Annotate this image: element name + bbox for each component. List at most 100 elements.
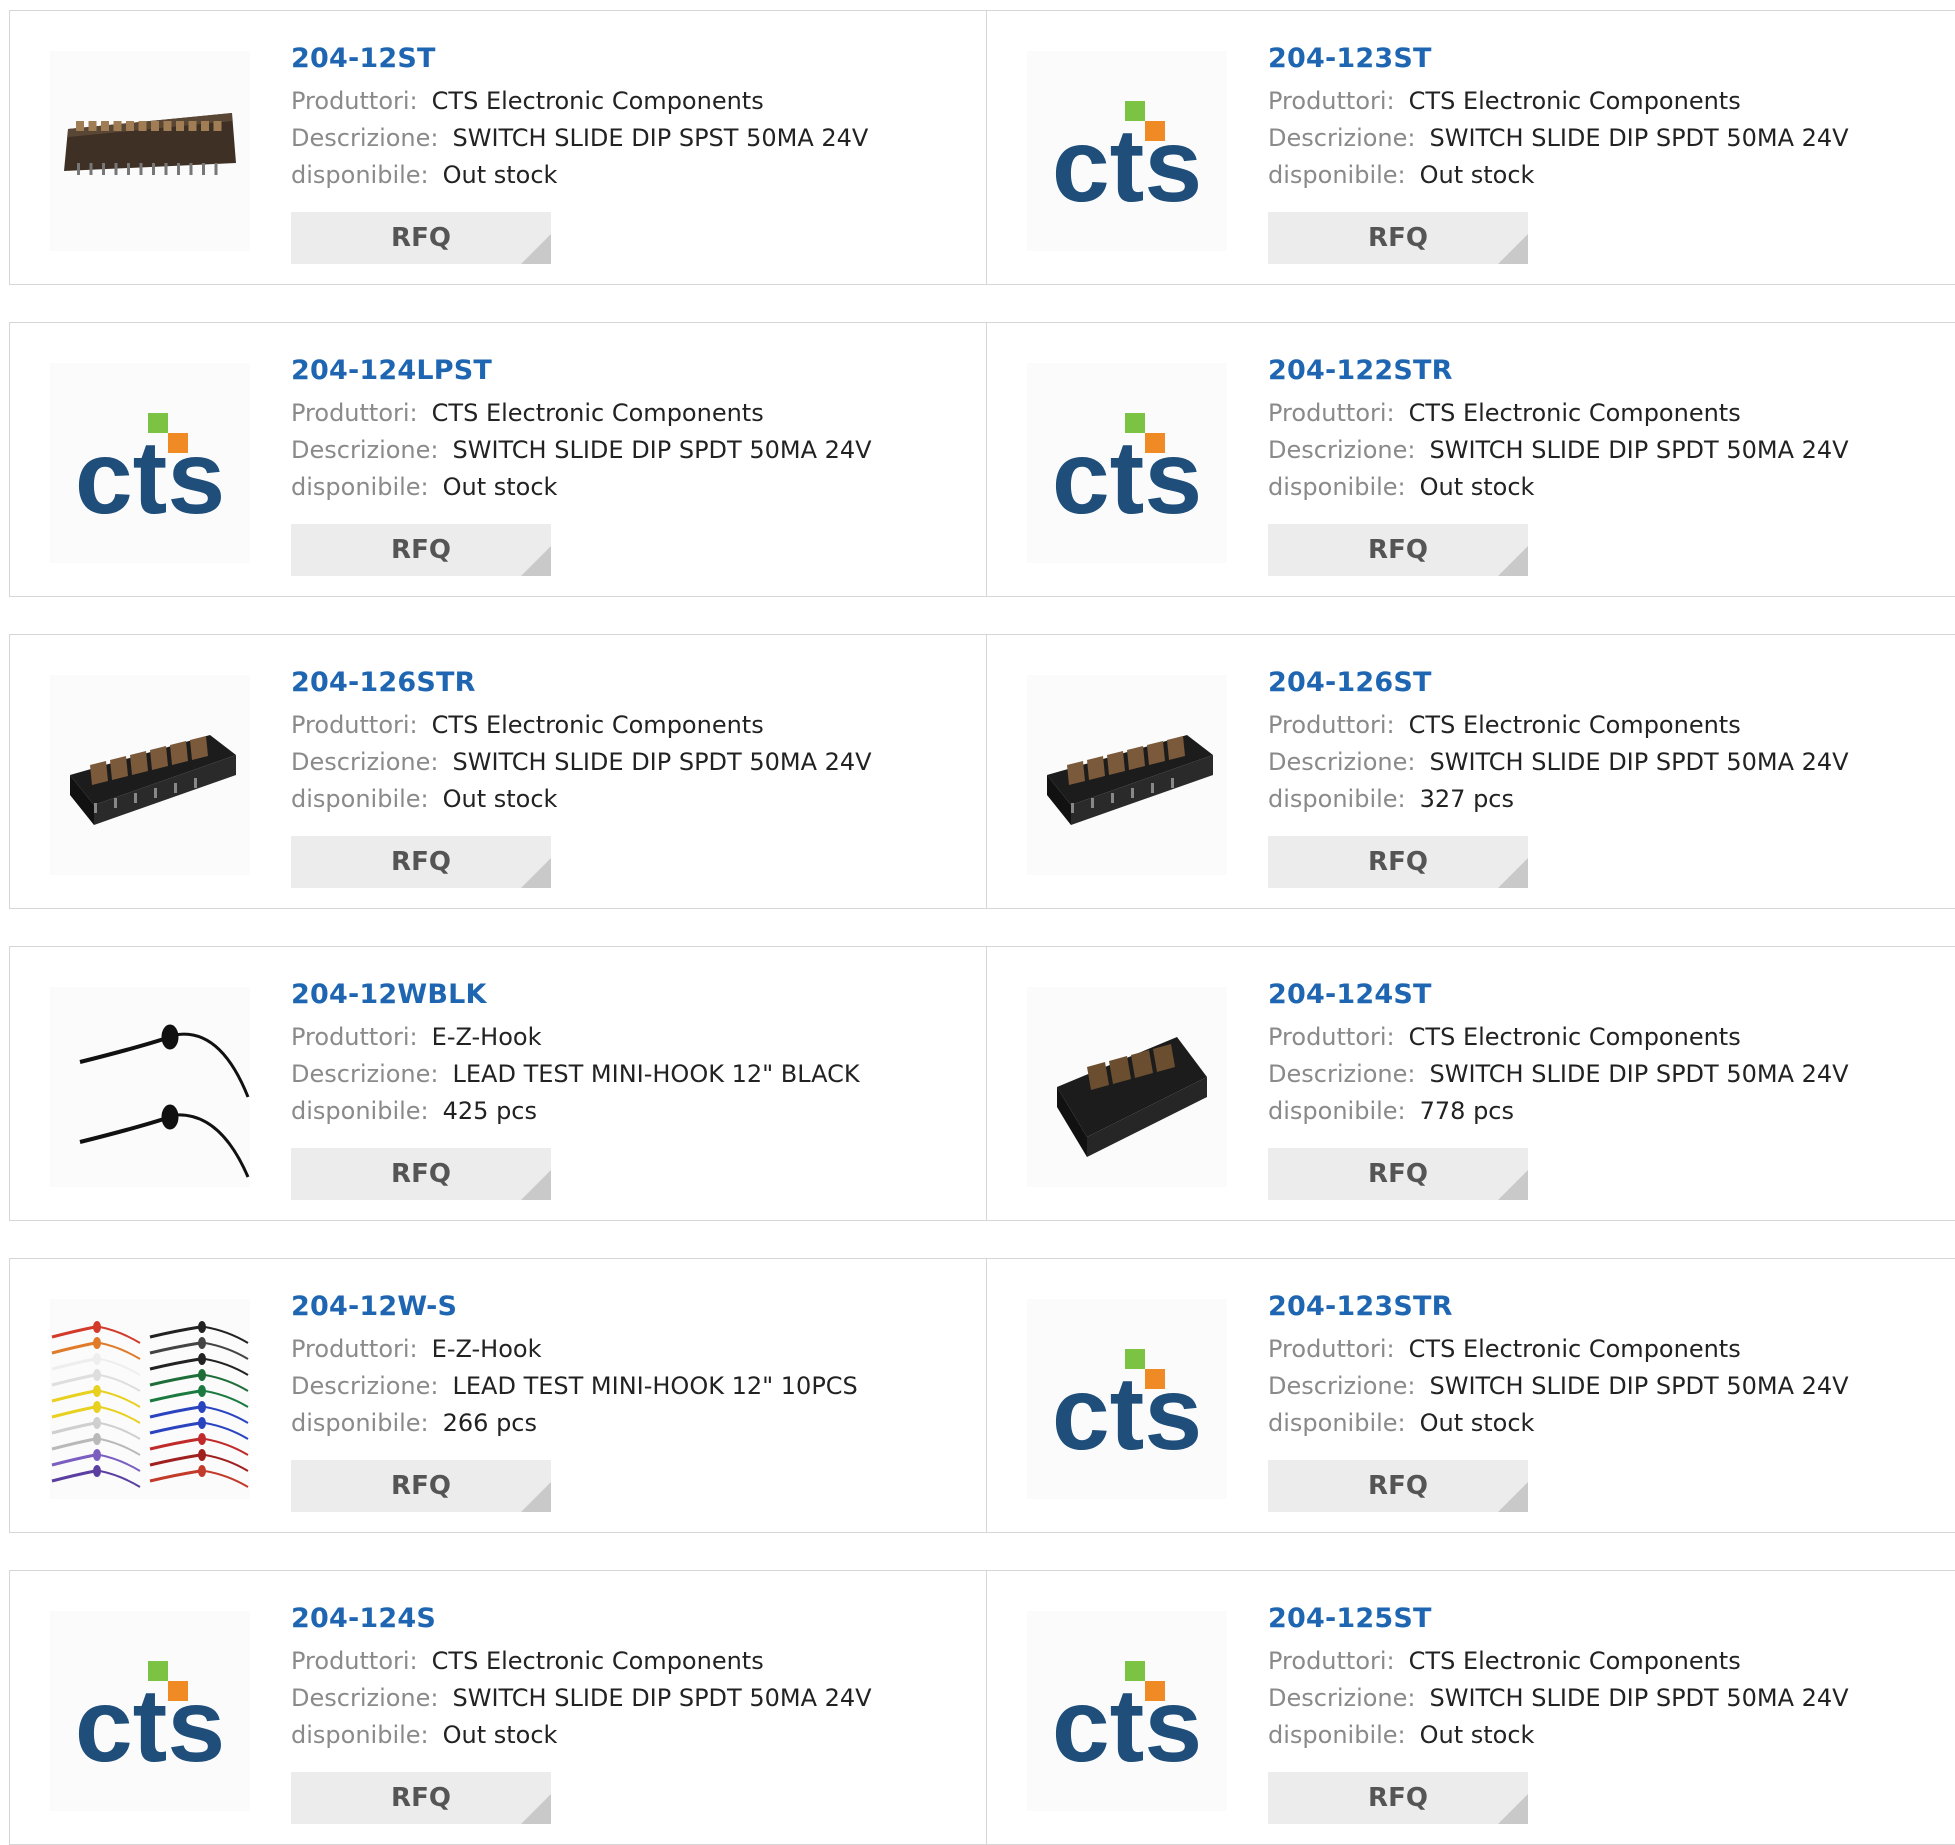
availability-label: disponibile: [291,1721,429,1749]
manufacturer-label: Produttori: [1268,1335,1395,1363]
description-value: SWITCH SLIDE DIP SPDT 50MA 24V [452,748,872,776]
product-image[interactable] [50,987,250,1187]
manufacturer-value: CTS Electronic Components [431,1647,764,1675]
rfq-button[interactable]: RFQ [291,1460,551,1512]
rfq-button[interactable]: RFQ [291,1148,551,1200]
manufacturer-label: Produttori: [1268,1023,1395,1051]
part-number-link[interactable]: 204-122STR [1268,353,1945,389]
corner-triangle-icon [1498,234,1528,264]
svg-text:cts: cts [75,1668,225,1784]
dip-switch-long-icon [64,113,236,175]
part-number-link[interactable]: 204-124LPST [291,353,966,389]
product-image[interactable]: cts [50,363,250,563]
part-number-link[interactable]: 204-125ST [1268,1601,1945,1637]
corner-triangle-icon [521,1482,551,1512]
svg-text:cts: cts [75,420,225,536]
rfq-button[interactable]: RFQ [291,836,551,888]
corner-triangle-icon [521,234,551,264]
availability-label: disponibile: [291,1097,429,1125]
manufacturer-label: Produttori: [1268,1647,1395,1675]
availability-value: Out stock [1419,1409,1535,1437]
product-image[interactable] [1027,987,1227,1187]
svg-text:cts: cts [1052,1668,1202,1784]
availability-label: disponibile: [1268,473,1406,501]
product-image[interactable] [50,1299,250,1499]
part-number-link[interactable]: 204-12ST [291,41,966,77]
part-number-link[interactable]: 204-126ST [1268,665,1945,701]
manufacturer-value: CTS Electronic Components [1408,711,1741,739]
rfq-button[interactable]: RFQ [1268,212,1528,264]
corner-triangle-icon [1498,1170,1528,1200]
product-image[interactable]: cts [1027,363,1227,563]
description-value: SWITCH SLIDE DIP SPDT 50MA 24V [452,1684,872,1712]
svg-text:cts: cts [1052,108,1202,224]
part-number-link[interactable]: 204-123STR [1268,1289,1945,1325]
description-label: Descrizione: [291,748,439,776]
product-image[interactable]: cts [50,1611,250,1811]
product-card: cts 204-125ST Produttori: CTS Electronic … [986,1570,1955,1845]
description-value: SWITCH SLIDE DIP SPDT 50MA 24V [452,436,872,464]
cts-logo: cts [1052,413,1202,536]
rfq-label: RFQ [391,1471,451,1501]
product-image[interactable] [50,675,250,875]
rfq-button[interactable]: RFQ [1268,1148,1528,1200]
part-number-link[interactable]: 204-124S [291,1601,966,1637]
manufacturer-value: E-Z-Hook [431,1023,542,1051]
part-number-link[interactable]: 204-126STR [291,665,966,701]
corner-triangle-icon [521,1794,551,1824]
corner-triangle-icon [1498,1794,1528,1824]
description-value: SWITCH SLIDE DIP SPST 50MA 24V [452,124,869,152]
description-label: Descrizione: [1268,1372,1416,1400]
product-grid: 204-12ST Produttori: CTS Electronic Compo… [0,0,1955,1845]
product-card: cts 204-123STR Produttori: CTS Electronic… [986,1258,1955,1533]
product-card: cts 204-124S Produttori: CTS Electronic C… [9,1570,987,1845]
description-value: SWITCH SLIDE DIP SPDT 50MA 24V [1429,436,1849,464]
part-number-link[interactable]: 204-124ST [1268,977,1945,1013]
availability-label: disponibile: [1268,1409,1406,1437]
availability-label: disponibile: [291,473,429,501]
rfq-button[interactable]: RFQ [1268,836,1528,888]
rfq-label: RFQ [391,1159,451,1189]
description-value: LEAD TEST MINI-HOOK 12" BLACK [452,1060,860,1088]
product-image[interactable]: cts [1027,1299,1227,1499]
part-number-link[interactable]: 204-12W-S [291,1289,966,1325]
rfq-button[interactable]: RFQ [1268,1460,1528,1512]
part-number-link[interactable]: 204-12WBLK [291,977,966,1013]
description-label: Descrizione: [1268,1684,1416,1712]
test-hook-set-icon [51,1321,249,1488]
manufacturer-label: Produttori: [1268,399,1395,427]
product-card: 204-124ST Produttori: CTS Electronic Comp… [986,946,1955,1221]
rfq-button[interactable]: RFQ [1268,524,1528,576]
rfq-button[interactable]: RFQ [1268,1772,1528,1824]
manufacturer-label: Produttori: [291,711,418,739]
description-label: Descrizione: [1268,1060,1416,1088]
dip-switch-4-icon [1057,1037,1207,1157]
description-value: LEAD TEST MINI-HOOK 12" 10PCS [452,1372,858,1400]
availability-value: Out stock [1419,161,1535,189]
rfq-label: RFQ [1368,1783,1428,1813]
part-number-link[interactable]: 204-123ST [1268,41,1945,77]
rfq-label: RFQ [1368,1159,1428,1189]
product-image[interactable]: cts [1027,1611,1227,1811]
manufacturer-value: CTS Electronic Components [431,87,764,115]
corner-triangle-icon [1498,546,1528,576]
rfq-button[interactable]: RFQ [291,212,551,264]
availability-label: disponibile: [1268,1097,1406,1125]
rfq-button[interactable]: RFQ [291,524,551,576]
product-image[interactable] [50,51,250,251]
manufacturer-value: CTS Electronic Components [1408,1335,1741,1363]
rfq-label: RFQ [1368,1471,1428,1501]
description-value: SWITCH SLIDE DIP SPDT 50MA 24V [1429,1372,1849,1400]
availability-value: 425 pcs [442,1097,537,1125]
product-card: 204-12W-S Produttori: E-Z-Hook Descrizion… [9,1258,987,1533]
availability-value: 327 pcs [1419,785,1514,813]
rfq-label: RFQ [391,1783,451,1813]
description-label: Descrizione: [1268,748,1416,776]
rfq-button[interactable]: RFQ [291,1772,551,1824]
product-image[interactable]: cts [1027,51,1227,251]
availability-value: Out stock [442,161,558,189]
manufacturer-label: Produttori: [1268,711,1395,739]
corner-triangle-icon [521,858,551,888]
product-image[interactable] [1027,675,1227,875]
availability-value: Out stock [442,473,558,501]
